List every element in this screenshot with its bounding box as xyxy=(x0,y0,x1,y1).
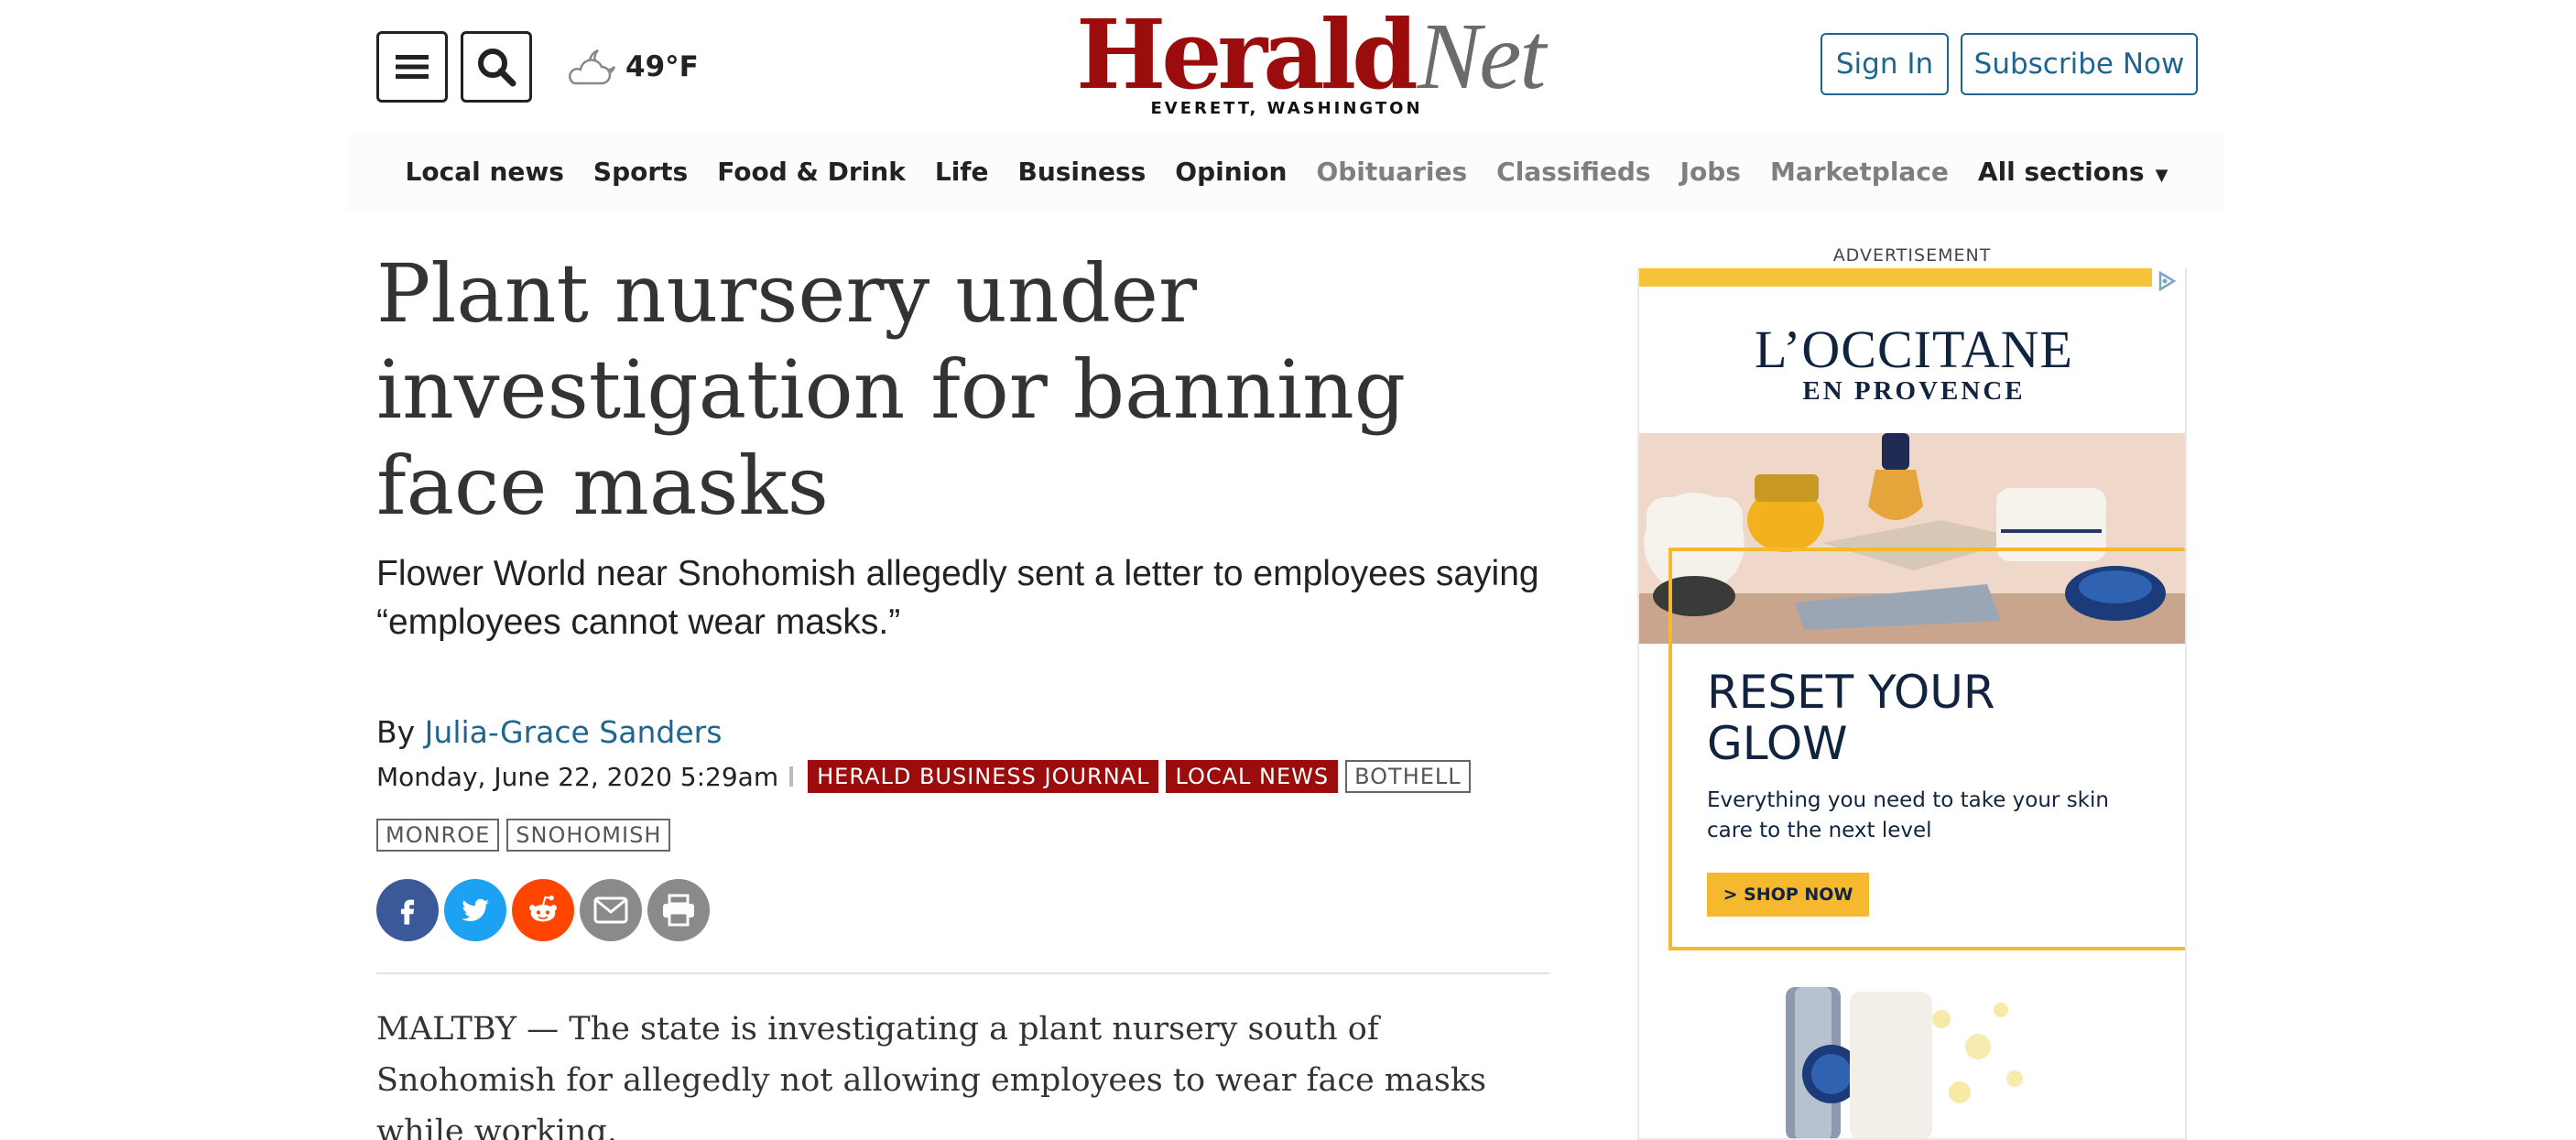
weather-widget[interactable]: 49°F xyxy=(563,37,699,97)
tag-bothell[interactable]: BOTHELL xyxy=(1345,760,1471,793)
article-body-paragraph: MALTBY — The state is investigating a pl… xyxy=(376,1011,1486,1140)
nav-item-classifieds[interactable]: Classifieds xyxy=(1482,157,1665,187)
logo-primary: Herald xyxy=(1076,0,1418,111)
share-buttons xyxy=(376,879,710,941)
share-twitter-button[interactable] xyxy=(444,879,506,941)
nav-item-food-drink[interactable]: Food & Drink xyxy=(702,157,920,187)
article-byline: By Julia-Grace Sanders xyxy=(376,714,722,750)
tag-snohomish[interactable]: SNOHOMISH xyxy=(506,819,671,852)
ad-headline: RESET YOUR GLOW xyxy=(1707,666,1995,770)
nav-item-local-news[interactable]: Local news xyxy=(391,157,579,187)
hamburger-icon xyxy=(396,55,429,79)
advertisement-label: ADVERTISEMENT xyxy=(1832,245,1992,266)
nav-item-obituaries[interactable]: Obituaries xyxy=(1301,157,1482,187)
article-headline: Plant nursery under investigation for ba… xyxy=(376,246,1407,533)
nav-item-all-sections-label: All sections xyxy=(1977,157,2145,187)
loccitane-advertisement[interactable]: L’OCCITANE EN PROVENCE RESET YOUR GLOW E… xyxy=(1637,268,2187,1140)
caret-down-icon: ▼ xyxy=(2155,166,2168,185)
tag-herald-business-journal[interactable]: HERALD BUSINESS JOURNAL xyxy=(808,760,1159,793)
adchoices-icon[interactable] xyxy=(2156,270,2178,292)
nav-item-business[interactable]: Business xyxy=(1003,157,1160,187)
share-facebook-button[interactable] xyxy=(376,879,439,941)
site-header: 49°F Herald Net EVERETT, WASHINGTON Sign… xyxy=(0,0,2576,128)
share-reddit-button[interactable] xyxy=(512,879,574,941)
tag-monroe[interactable]: MONROE xyxy=(376,819,500,852)
facebook-icon xyxy=(400,899,415,925)
ad-brand-logo: L’OCCITANE EN PROVENCE xyxy=(1639,319,2185,407)
nav-item-opinion[interactable]: Opinion xyxy=(1160,157,1301,187)
sign-in-button[interactable]: Sign In xyxy=(1821,33,1949,95)
article-divider xyxy=(376,972,1549,974)
heraldnet-logo[interactable]: Herald Net EVERETT, WASHINGTON xyxy=(1076,7,1546,119)
article-meta: Monday, June 22, 2020 5:29am HERALD BUSI… xyxy=(376,760,1567,852)
logo-wordmark: Herald Net xyxy=(1076,0,1546,111)
nav-item-jobs[interactable]: Jobs xyxy=(1666,157,1755,187)
twitter-icon xyxy=(462,898,489,922)
share-email-button[interactable] xyxy=(580,879,642,941)
search-icon xyxy=(478,49,516,87)
ad-product-photo-secondary xyxy=(1639,983,2185,1138)
main-navigation: Local news Sports Food & Drink Life Busi… xyxy=(348,133,2225,211)
search-button[interactable] xyxy=(461,31,532,103)
nav-item-sports[interactable]: Sports xyxy=(579,157,702,187)
partly-cloudy-night-icon xyxy=(568,49,616,85)
weather-temperature: 49°F xyxy=(625,50,699,83)
ad-shop-now-button[interactable]: > SHOP NOW xyxy=(1707,873,1869,917)
print-button[interactable] xyxy=(647,879,710,941)
logo-secondary: Net xyxy=(1417,4,1546,109)
print-icon xyxy=(663,894,694,927)
ad-brand-main: L’OCCITANE xyxy=(1755,320,2073,379)
ad-top-bar xyxy=(1639,268,2152,287)
subscribe-now-button[interactable]: Subscribe Now xyxy=(1961,33,2198,95)
nav-item-life[interactable]: Life xyxy=(920,157,1004,187)
nav-item-marketplace[interactable]: Marketplace xyxy=(1755,157,1963,187)
meta-separator xyxy=(789,766,794,787)
tag-local-news[interactable]: LOCAL NEWS xyxy=(1166,760,1339,793)
nav-item-all-sections[interactable]: All sections ▼ xyxy=(1963,157,2183,187)
email-icon xyxy=(593,896,628,924)
reddit-icon xyxy=(529,896,557,922)
author-link[interactable]: Julia-Grace Sanders xyxy=(425,714,723,750)
article-subhead: Flower World near Snohomish allegedly se… xyxy=(376,554,1539,642)
ad-brand-sub: EN PROVENCE xyxy=(1802,376,2026,406)
ad-copy: Everything you need to take your skin ca… xyxy=(1707,788,2109,842)
menu-button[interactable] xyxy=(376,31,448,103)
publish-date: Monday, June 22, 2020 5:29am xyxy=(376,761,779,792)
byline-prefix: By xyxy=(376,714,416,750)
